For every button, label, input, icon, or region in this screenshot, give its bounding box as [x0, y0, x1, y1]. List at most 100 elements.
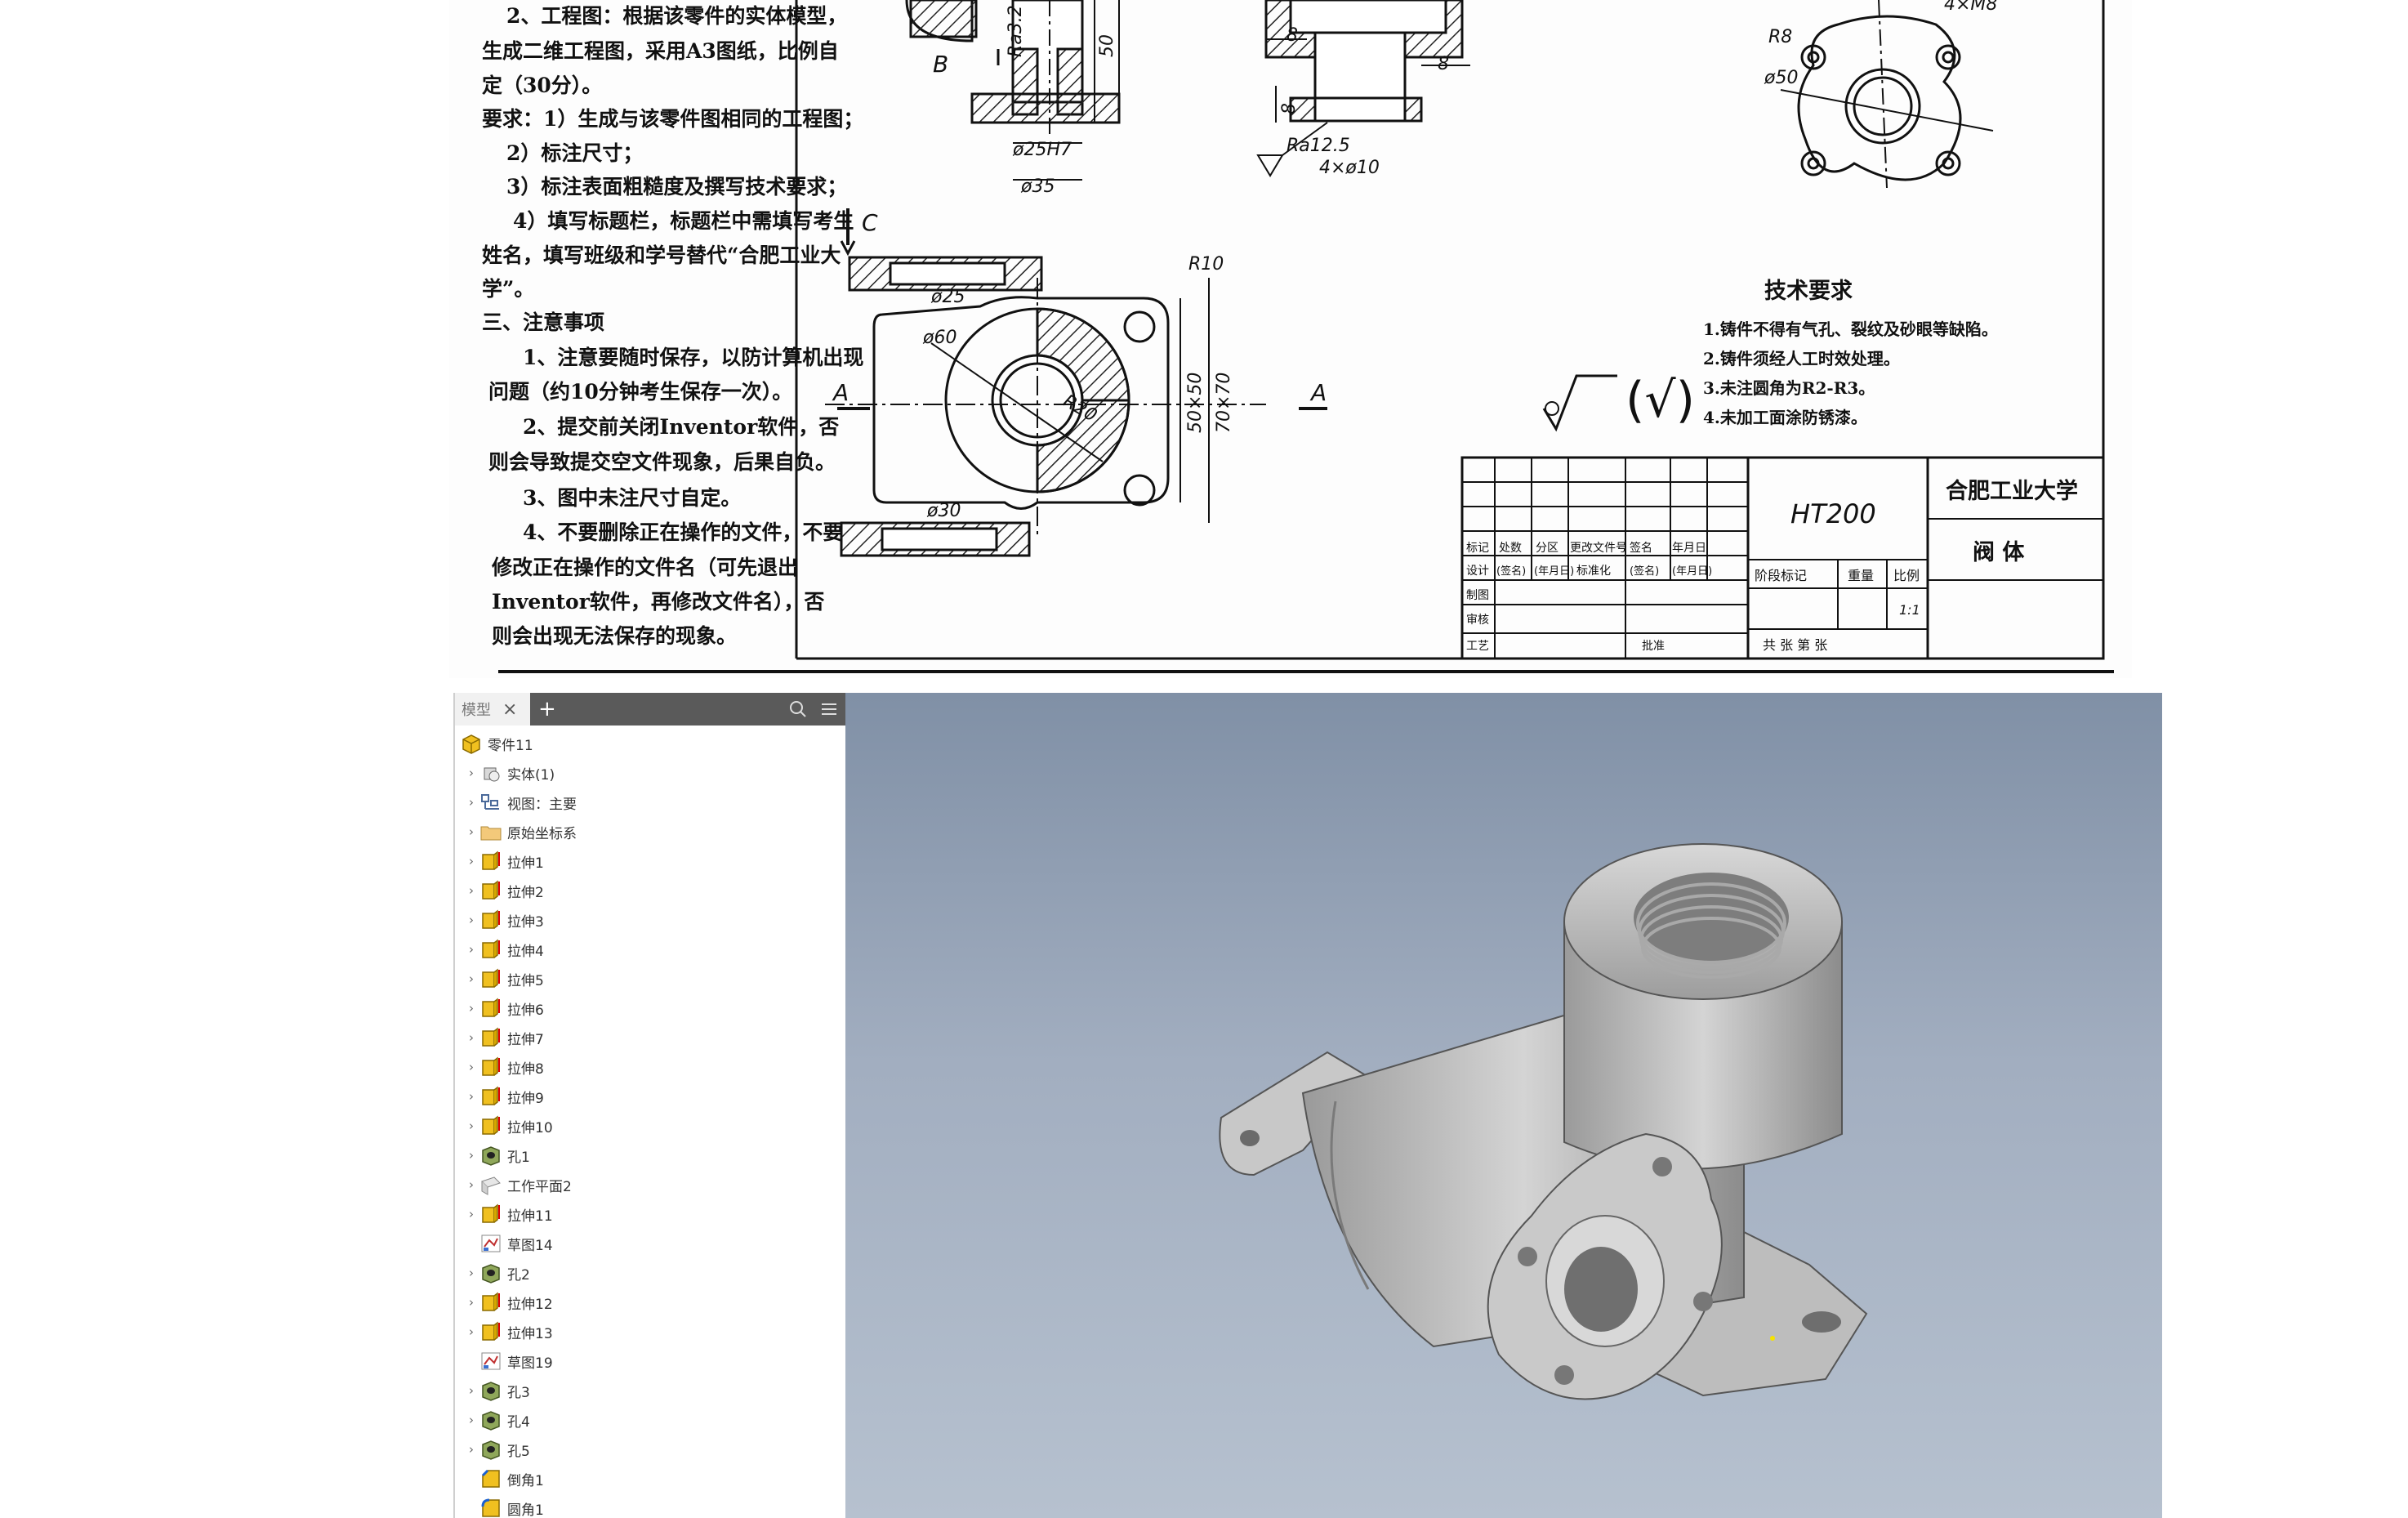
sketch-icon [481, 1352, 501, 1370]
dim-50: 50 [1097, 34, 1117, 57]
search-icon[interactable] [788, 699, 808, 719]
expand-chevron-icon[interactable]: › [463, 854, 479, 868]
tree-root-label: 零件11 [488, 737, 533, 754]
dim-7070: 70×70 [1214, 373, 1234, 433]
tree-item[interactable]: › 拉伸4 [455, 935, 845, 964]
hole-icon [482, 1382, 500, 1401]
tree-item[interactable]: › 拉伸13 [455, 1317, 845, 1346]
tree-item[interactable]: › 拉伸9 [455, 1082, 845, 1111]
tech-req-1: 1.铸件不得有气孔、裂纹及砂眼等缺陷。 [1703, 319, 1998, 339]
tree-item-label: 孔1 [507, 1149, 530, 1166]
tree-item[interactable]: › 孔1 [455, 1141, 845, 1170]
tree-item[interactable]: › 拉伸11 [455, 1199, 845, 1229]
expand-chevron-icon[interactable]: › [463, 1030, 479, 1045]
expand-chevron-icon[interactable]: › [463, 883, 479, 898]
tree-item[interactable]: › 拉伸6 [455, 993, 845, 1023]
extrude-icon [482, 1203, 500, 1223]
expand-chevron-icon[interactable]: › [463, 971, 479, 986]
tree-item[interactable]: › 孔3 [455, 1376, 845, 1405]
extrude-icon [482, 968, 500, 988]
tree-item[interactable]: › 工作平面2 [455, 1170, 845, 1199]
dim-8b: 8 [1438, 54, 1449, 74]
expand-chevron-icon[interactable]: › [463, 1148, 479, 1163]
tree-item[interactable]: 倒角1 [455, 1464, 845, 1493]
origin-marker [1770, 1336, 1775, 1341]
expand-chevron-icon[interactable]: › [463, 1383, 479, 1398]
origin-folder-icon [480, 826, 502, 841]
instruction-line: Inventor软件，再修改文件名），否 [492, 590, 825, 614]
tree-item[interactable]: 草图19 [455, 1346, 845, 1376]
tree-item[interactable]: › 视图：主要 [455, 788, 845, 817]
tb-drawn: 制图 [1466, 589, 1489, 602]
tree-item[interactable]: › 孔5 [455, 1435, 845, 1464]
roughness-symbol [1542, 374, 1617, 432]
extrude-icon [482, 1027, 500, 1047]
expand-chevron-icon[interactable]: › [463, 1001, 479, 1016]
tree-item[interactable]: › 拉伸5 [455, 964, 845, 993]
expand-chevron-icon[interactable]: › [463, 1266, 479, 1280]
hole-icon [482, 1411, 500, 1431]
expand-chevron-icon[interactable]: › [463, 1295, 479, 1310]
add-icon[interactable]: + [538, 693, 556, 726]
tb-weight: 重量 [1848, 568, 1874, 583]
tree-item[interactable]: › 拉伸1 [455, 846, 845, 876]
tree-item[interactable]: › 孔2 [455, 1258, 845, 1288]
instruction-line: 学”。 [482, 277, 535, 301]
tab-model[interactable]: 模型 × [455, 693, 530, 726]
sketch-icon [481, 1234, 501, 1252]
expand-chevron-icon[interactable]: › [463, 1118, 479, 1133]
expand-chevron-icon[interactable]: › [463, 1442, 479, 1457]
dim-ra125: Ra12.5 [1286, 136, 1350, 156]
expand-chevron-icon[interactable]: › [463, 824, 479, 839]
expand-chevron-icon[interactable]: › [463, 1177, 479, 1192]
browser-tree: 零件11 › 实体(1) › 视图：主要 › 原始坐标系 › 拉伸1 › 拉伸2 › 拉伸3 › 拉伸4 ›… [455, 726, 845, 1518]
tree-item[interactable]: › 拉伸2 [455, 876, 845, 905]
expand-chevron-icon[interactable]: › [463, 795, 479, 810]
tb-part-name: 阀 体 [1973, 540, 2025, 565]
dim-d35: ø35 [1020, 176, 1055, 197]
tree-item[interactable]: › 原始坐标系 [455, 817, 845, 846]
tb-d0: 设计 [1466, 565, 1489, 578]
tb-scale: 比例 [1893, 568, 1920, 583]
tb-material: HT200 [1790, 498, 1876, 529]
tb-sheets: 共 张 第 张 [1763, 637, 1827, 653]
instruction-line: 4）填写标题栏，标题栏中需填写考生 [513, 209, 854, 233]
tree-item-label: 工作平面2 [507, 1178, 572, 1195]
tree-item-label: 拉伸9 [507, 1090, 544, 1107]
expand-chevron-icon[interactable]: › [463, 1207, 479, 1221]
tree-item[interactable]: › 孔4 [455, 1405, 845, 1435]
tree-item[interactable]: › 拉伸12 [455, 1288, 845, 1317]
tech-req-3: 3.未注圆角为R2-R3。 [1703, 378, 1875, 398]
close-icon[interactable]: × [502, 699, 517, 720]
left-flange-hole [1240, 1130, 1260, 1146]
graphics-viewport[interactable] [845, 693, 2162, 1518]
tree-item[interactable]: › 拉伸3 [455, 905, 845, 935]
tb-d3: 标准化 [1576, 565, 1611, 578]
tree-item-label: 拉伸7 [507, 1031, 544, 1048]
tree-item-label: 拉伸10 [507, 1119, 553, 1136]
front-bore [1564, 1247, 1638, 1332]
tree-item[interactable]: › 拉伸8 [455, 1052, 845, 1082]
tree-item[interactable]: › 实体(1) [455, 758, 845, 788]
expand-chevron-icon[interactable]: › [463, 766, 479, 780]
tree-item[interactable]: 草图14 [455, 1229, 845, 1258]
tree-root-part[interactable]: 零件11 [455, 729, 845, 758]
expand-chevron-icon[interactable]: › [463, 942, 479, 957]
menu-icon[interactable] [819, 699, 839, 719]
tree-item-label: 拉伸6 [507, 1002, 544, 1019]
tb-h1: 处数 [1499, 542, 1522, 555]
expand-chevron-icon[interactable]: › [463, 1324, 479, 1339]
expand-chevron-icon[interactable]: › [463, 1060, 479, 1074]
expand-chevron-icon[interactable]: › [463, 1413, 479, 1427]
tree-item[interactable]: › 拉伸10 [455, 1111, 845, 1141]
extrude-icon [482, 909, 500, 929]
tree-item-label: 拉伸4 [507, 943, 544, 960]
dim-d25: ø25 [930, 287, 965, 307]
expand-chevron-icon[interactable]: › [463, 913, 479, 927]
expand-chevron-icon[interactable]: › [463, 1089, 479, 1104]
tree-item-label: 拉伸2 [507, 884, 544, 901]
tree-item[interactable]: › 拉伸7 [455, 1023, 845, 1052]
tree-item[interactable]: 圆角1 [455, 1493, 845, 1518]
instruction-line: 定（30分）。 [482, 74, 603, 97]
tree-item-label: 孔2 [507, 1266, 530, 1284]
